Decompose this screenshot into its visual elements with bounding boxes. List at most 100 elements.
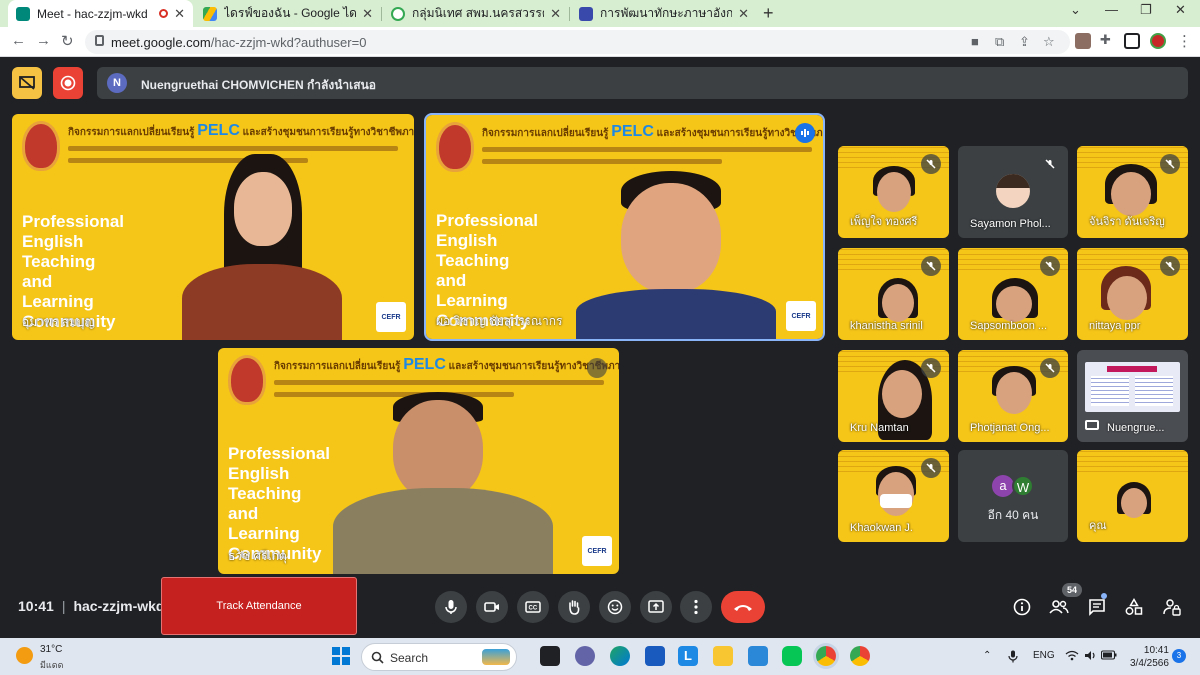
participant-tile[interactable]: Nuengrue... <box>1077 350 1188 442</box>
back-icon[interactable]: ← <box>11 32 26 49</box>
side-panel-icon[interactable] <box>1124 33 1140 49</box>
participant-name: Nuengrue... <box>1107 422 1165 434</box>
start-button[interactable] <box>331 646 351 666</box>
reload-icon[interactable]: ↻ <box>61 32 74 50</box>
participant-name: เพ็ญใจ ทองศรี <box>850 216 918 228</box>
show-hidden-icons[interactable]: ⌃ <box>983 650 991 661</box>
translate-icon[interactable]: ⧉ <box>995 34 1004 50</box>
lms-app-icon[interactable]: L <box>678 646 698 666</box>
tab-title: Meet - hac-zzjm-wkd <box>37 6 148 21</box>
participant-name: อุมาพร สมบุญ <box>22 315 95 329</box>
self-view-tile[interactable]: คุณ <box>1077 450 1188 542</box>
participant-tile[interactable]: เพ็ญใจ ทองศรี <box>838 146 949 238</box>
participant-tile[interactable]: Kru Namtan <box>838 350 949 442</box>
word-icon[interactable] <box>645 646 665 666</box>
windows-taskbar: 31°C มีแดด Search L ⌃ ENG 10:41 3/4/2566… <box>0 638 1200 675</box>
captions-icon: CC <box>525 601 541 613</box>
chat-button[interactable] <box>1086 596 1108 618</box>
extensions-puzzle-icon[interactable]: ✚ <box>1100 32 1111 48</box>
close-tab-icon[interactable]: ✕ <box>174 6 185 22</box>
maximize-button[interactable]: ❐ <box>1140 2 1152 18</box>
close-tab-icon[interactable]: ✕ <box>550 6 561 22</box>
present-now-button[interactable] <box>640 591 672 623</box>
close-window-button[interactable]: ✕ <box>1175 2 1186 18</box>
participant-tile[interactable]: จันจิรา ดันเจริญ <box>1077 146 1188 238</box>
camera-icon[interactable]: ■ <box>971 34 979 49</box>
participant-tile[interactable]: nittaya ppr <box>1077 248 1188 340</box>
close-tab-icon[interactable]: ✕ <box>362 6 373 22</box>
host-controls-button[interactable] <box>1161 596 1183 618</box>
reactions-button[interactable] <box>599 591 631 623</box>
banner-details <box>68 146 398 151</box>
raise-hand-button[interactable] <box>558 591 590 623</box>
video-camera-icon <box>484 602 499 612</box>
address-bar[interactable]: meet.google.com/hac-zzjm-wkd?authuser=0 … <box>85 30 1070 54</box>
tab-title: ไดรฟ์ของฉัน - Google ไดรฟ์ <box>224 6 357 20</box>
recording-button[interactable] <box>53 67 83 99</box>
participant-tile[interactable]: khanistha srinil <box>838 248 949 340</box>
mic-off-icon <box>1040 154 1060 174</box>
teams-chat-icon[interactable] <box>575 646 595 666</box>
battery-icon[interactable] <box>1101 650 1117 660</box>
camera-button[interactable] <box>476 591 508 623</box>
tab-search-icon[interactable]: ⌄ <box>1070 2 1081 18</box>
close-tab-icon[interactable]: ✕ <box>738 6 749 22</box>
present-screen-icon <box>648 600 664 613</box>
tab-supervision[interactable]: กลุ่มนิเทศ สพม.นครสวรรค์ ✕ <box>383 0 569 27</box>
menu-icon[interactable]: ⋮ <box>1177 32 1192 50</box>
line-icon[interactable] <box>782 646 802 666</box>
bookmark-star-icon[interactable]: ☆ <box>1043 34 1055 50</box>
people-button[interactable] <box>1048 596 1070 618</box>
participant-name: Kru Namtan <box>850 422 909 434</box>
participant-name: ธวัช ศรีเกตุ <box>228 549 287 563</box>
people-icon <box>1049 600 1069 614</box>
language-indicator[interactable]: ENG <box>1033 650 1055 661</box>
tab-drive[interactable]: ไดรฟ์ของฉัน - Google ไดรฟ์ ✕ <box>195 0 381 27</box>
task-view-icon[interactable] <box>540 646 560 666</box>
minimize-button[interactable]: — <box>1105 2 1118 17</box>
chrome-icon-active[interactable] <box>816 646 836 666</box>
profile-avatar[interactable] <box>1150 33 1166 49</box>
participant-tile-3[interactable]: กิจกรรมการแลกเปลี่ยนเรียนรู้ PELC และสร้… <box>218 348 619 574</box>
more-options-button[interactable] <box>680 591 712 623</box>
extension-icon[interactable] <box>1075 33 1091 49</box>
participant-tile[interactable]: Sayamon Phol... <box>958 146 1068 238</box>
tab-title: การพัฒนาทักษะภาษาอังกฤษ English <box>600 6 733 20</box>
captions-button[interactable]: CC <box>517 591 549 623</box>
leave-call-button[interactable] <box>721 591 765 623</box>
microphone-tray-icon[interactable] <box>1008 650 1018 663</box>
edge-icon[interactable] <box>610 646 630 666</box>
presenter-text: Nuengruethai CHOMVICHEN กำลังนำเสนอ <box>141 78 377 92</box>
info-icon <box>1013 598 1031 616</box>
track-attendance-button[interactable]: Track Attendance <box>161 577 357 635</box>
participant-tile[interactable]: Khaokwan J. <box>838 450 949 542</box>
taskbar-search[interactable]: Search <box>361 643 517 671</box>
presenter-avatar: N <box>107 73 127 93</box>
forward-icon[interactable]: → <box>36 32 51 49</box>
emoji-icon <box>607 599 623 615</box>
tab-meet[interactable]: Meet - hac-zzjm-wkd ✕ <box>8 0 193 27</box>
presenter-banner: N Nuengruethai CHOMVICHEN กำลังนำเสนอ <box>97 67 1188 99</box>
activities-button[interactable] <box>1123 596 1145 618</box>
notification-badge[interactable]: 3 <box>1172 649 1186 663</box>
tab-forms[interactable]: การพัฒนาทักษะภาษาอังกฤษ English ✕ <box>571 0 757 27</box>
share-icon[interactable]: ⇪ <box>1019 34 1030 50</box>
meeting-details-button[interactable] <box>1011 596 1033 618</box>
participant-tile-2[interactable]: กิจกรรมการแลกเปลี่ยนเรียนรู้ PELC และสร้… <box>424 113 825 341</box>
volume-icon[interactable] <box>1084 650 1097 661</box>
system-clock[interactable]: 10:41 3/4/2566 <box>1130 644 1169 670</box>
wifi-icon[interactable] <box>1065 650 1079 661</box>
participant-tile[interactable]: Photjanat Ong... <box>958 350 1068 442</box>
microphone-button[interactable] <box>435 591 467 623</box>
mail-icon[interactable] <box>748 646 768 666</box>
stop-presenting-button[interactable] <box>12 67 42 99</box>
weather-sun-icon[interactable] <box>16 647 33 664</box>
chrome-icon[interactable] <box>850 646 870 666</box>
lock-icon <box>95 35 104 46</box>
more-participants-tile[interactable]: a W อีก 40 คน <box>958 450 1068 542</box>
participant-tile-1[interactable]: กิจกรรมการแลกเปลี่ยนเรียนรู้ PELC และสร้… <box>12 114 414 340</box>
new-tab-button[interactable]: + <box>763 3 774 24</box>
file-explorer-icon[interactable] <box>713 646 733 666</box>
participant-name: Khaokwan J. <box>850 522 913 534</box>
participant-tile[interactable]: Sapsomboon ... <box>958 248 1068 340</box>
